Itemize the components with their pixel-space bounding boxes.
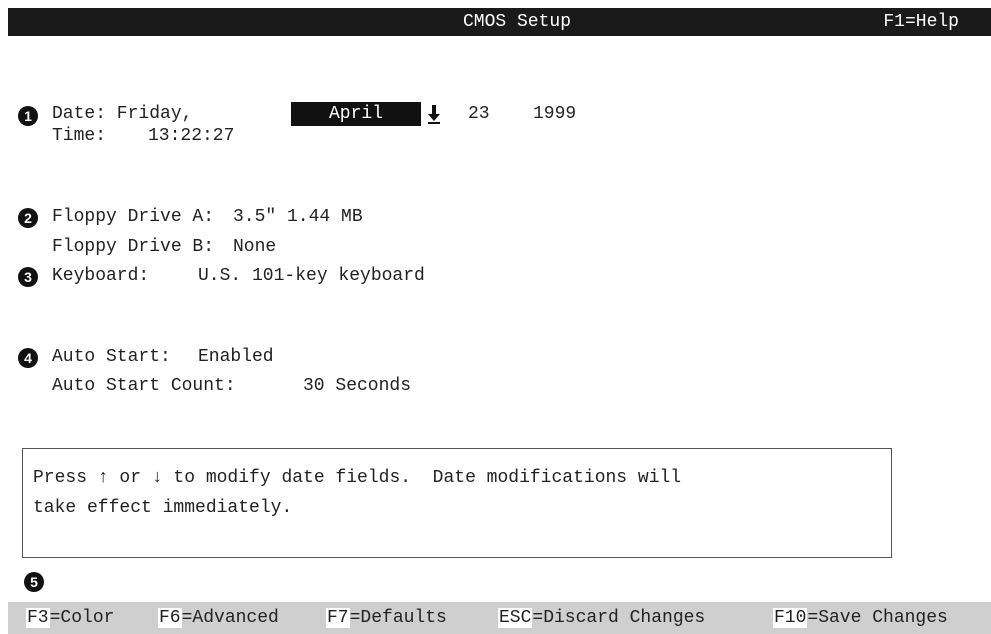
callout-1: 1 xyxy=(18,106,38,126)
auto-start-count-field[interactable]: 30 Seconds xyxy=(303,375,411,397)
keyboard-label: Keyboard: xyxy=(52,266,150,286)
floppy-a-field[interactable]: 3.5" 1.44 MB xyxy=(233,206,363,228)
date-day-field[interactable]: 23 xyxy=(468,103,490,125)
f10-key: F10 xyxy=(773,608,808,628)
callout-5: 5 xyxy=(24,572,44,592)
keyboard-field[interactable]: U.S. 101-key keyboard xyxy=(198,265,425,287)
help-message-text: Press ↑ or ↓ to modify date fields. Date… xyxy=(33,463,681,523)
f3-key: F3 xyxy=(26,608,50,628)
cmos-setup-screen: CMOS Setup F1=Help 1 Date: Friday, April… xyxy=(8,8,991,634)
f6-key: F6 xyxy=(158,608,182,628)
floppy-a-label: Floppy Drive A: xyxy=(52,207,215,227)
date-label: Date: Friday, xyxy=(52,104,193,124)
f3-color-key[interactable]: F3=Color xyxy=(26,602,114,634)
callout-3: 3 xyxy=(18,267,38,287)
f10-label: =Save Changes xyxy=(807,608,948,628)
callout-2: 2 xyxy=(18,208,38,228)
floppy-b-label: Floppy Drive B: xyxy=(52,237,215,257)
floppy-b-field[interactable]: None xyxy=(233,236,276,258)
auto-start-count-label: Auto Start Count: xyxy=(52,376,236,396)
down-arrow-icon[interactable] xyxy=(428,104,440,124)
function-key-bar: F3=Color F6=Advanced F7=Defaults ESC=Dis… xyxy=(8,602,991,634)
help-line-1: Press ↑ or ↓ to modify date fields. Date… xyxy=(33,468,682,488)
f3-label: =Color xyxy=(49,608,115,628)
f6-advanced-key[interactable]: F6=Advanced xyxy=(158,602,279,634)
title-bar: CMOS Setup F1=Help xyxy=(8,8,991,36)
f7-key: F7 xyxy=(326,608,350,628)
f7-label: =Defaults xyxy=(349,608,447,628)
window-title: CMOS Setup xyxy=(463,12,572,32)
esc-key: ESC xyxy=(498,608,533,628)
f7-defaults-key[interactable]: F7=Defaults xyxy=(326,602,447,634)
date-month-field[interactable]: April xyxy=(291,102,421,126)
time-label: Time: xyxy=(52,126,107,146)
auto-start-field[interactable]: Enabled xyxy=(198,346,274,368)
help-message-box: Press ↑ or ↓ to modify date fields. Date… xyxy=(22,448,892,558)
auto-start-label: Auto Start: xyxy=(52,347,171,367)
help-line-2: take effect immediately. xyxy=(33,498,293,518)
esc-label: =Discard Changes xyxy=(532,608,706,628)
time-field[interactable]: 13:22:27 xyxy=(148,125,234,147)
help-key-hint[interactable]: F1=Help xyxy=(883,8,959,36)
f10-save-key[interactable]: F10=Save Changes xyxy=(773,602,948,634)
esc-discard-key[interactable]: ESC=Discard Changes xyxy=(498,602,705,634)
callout-4: 4 xyxy=(18,348,38,368)
f6-label: =Advanced xyxy=(181,608,279,628)
date-year-field[interactable]: 1999 xyxy=(533,103,576,125)
